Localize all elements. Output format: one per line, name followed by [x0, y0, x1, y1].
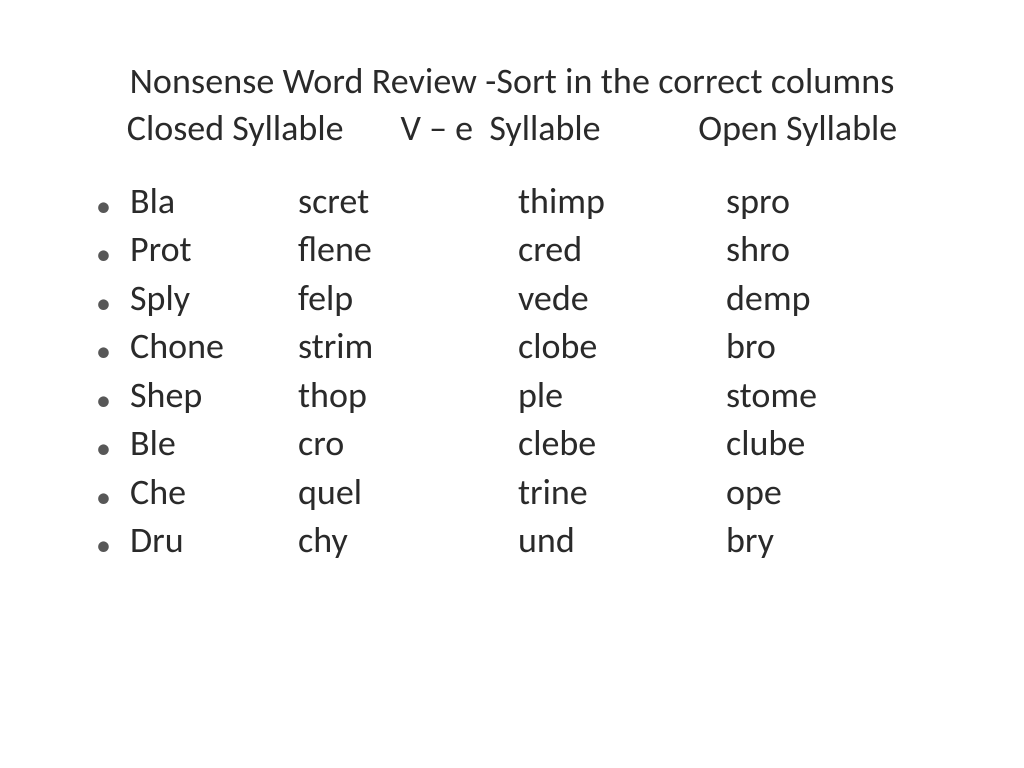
word-cell: quel	[298, 469, 518, 517]
title-line-1: Nonsense Word Review -Sort in the correc…	[60, 58, 964, 105]
word-cell: vede	[518, 275, 726, 323]
title-ve-syllable: V – e Syllable	[401, 105, 601, 152]
list-row-cells: Sply felp vede demp	[130, 275, 964, 323]
word-cell: Bla	[130, 178, 298, 226]
word-cell: clebe	[518, 420, 726, 468]
word-cell: Shep	[130, 372, 298, 420]
word-cell: thimp	[518, 178, 726, 226]
word-cell: felp	[298, 275, 518, 323]
bullet-icon: •	[96, 240, 130, 270]
list-row-cells: Dru chy und bry	[130, 517, 964, 565]
list-row-cells: Chone strim clobe bro	[130, 323, 964, 371]
title-line-2: Closed Syllable V – e Syllable Open Syll…	[60, 105, 964, 152]
word-cell: Chone	[130, 323, 298, 371]
word-cell: trine	[518, 469, 726, 517]
slide-title: Nonsense Word Review -Sort in the correc…	[60, 58, 964, 152]
title-gap	[601, 105, 699, 152]
word-cell: Sply	[130, 275, 298, 323]
word-cell: flene	[298, 226, 518, 274]
bullet-icon: •	[96, 386, 130, 416]
list-row-cells: Ble cro clebe clube	[130, 420, 964, 468]
word-cell: chy	[298, 517, 518, 565]
word-cell: demp	[726, 275, 964, 323]
bullet-icon: •	[96, 289, 130, 319]
word-cell: bry	[726, 517, 964, 565]
word-cell: shro	[726, 226, 964, 274]
list-row-cells: Shep thop ple stome	[130, 372, 964, 420]
word-list: • Bla scret thimp spro • Prot flene cred…	[60, 178, 964, 565]
list-item: • Chone strim clobe bro	[96, 323, 964, 371]
word-cell: clube	[726, 420, 964, 468]
bullet-icon: •	[96, 531, 130, 561]
list-item: • Shep thop ple stome	[96, 372, 964, 420]
word-cell: cred	[518, 226, 726, 274]
word-cell: thop	[298, 372, 518, 420]
word-cell: Prot	[130, 226, 298, 274]
bullet-icon: •	[96, 483, 130, 513]
word-cell: bro	[726, 323, 964, 371]
list-item: • Ble cro clebe clube	[96, 420, 964, 468]
title-closed-syllable: Closed Syllable	[127, 105, 344, 152]
list-row-cells: Che quel trine ope	[130, 469, 964, 517]
title-open-syllable: Open Syllable	[698, 105, 897, 152]
list-item: • Prot flene cred shro	[96, 226, 964, 274]
title-gap	[344, 105, 401, 152]
word-cell: cro	[298, 420, 518, 468]
word-cell: stome	[726, 372, 964, 420]
bullet-icon: •	[96, 434, 130, 464]
word-cell: und	[518, 517, 726, 565]
word-cell: Che	[130, 469, 298, 517]
word-cell: spro	[726, 178, 964, 226]
list-item: • Bla scret thimp spro	[96, 178, 964, 226]
bullet-icon: •	[96, 337, 130, 367]
list-item: • Dru chy und bry	[96, 517, 964, 565]
list-row-cells: Prot flene cred shro	[130, 226, 964, 274]
list-item: • Che quel trine ope	[96, 469, 964, 517]
list-row-cells: Bla scret thimp spro	[130, 178, 964, 226]
word-cell: Dru	[130, 517, 298, 565]
bullet-icon: •	[96, 192, 130, 222]
word-cell: ple	[518, 372, 726, 420]
word-cell: Ble	[130, 420, 298, 468]
list-item: • Sply felp vede demp	[96, 275, 964, 323]
word-cell: ope	[726, 469, 964, 517]
word-cell: strim	[298, 323, 518, 371]
word-cell: clobe	[518, 323, 726, 371]
word-cell: scret	[298, 178, 518, 226]
